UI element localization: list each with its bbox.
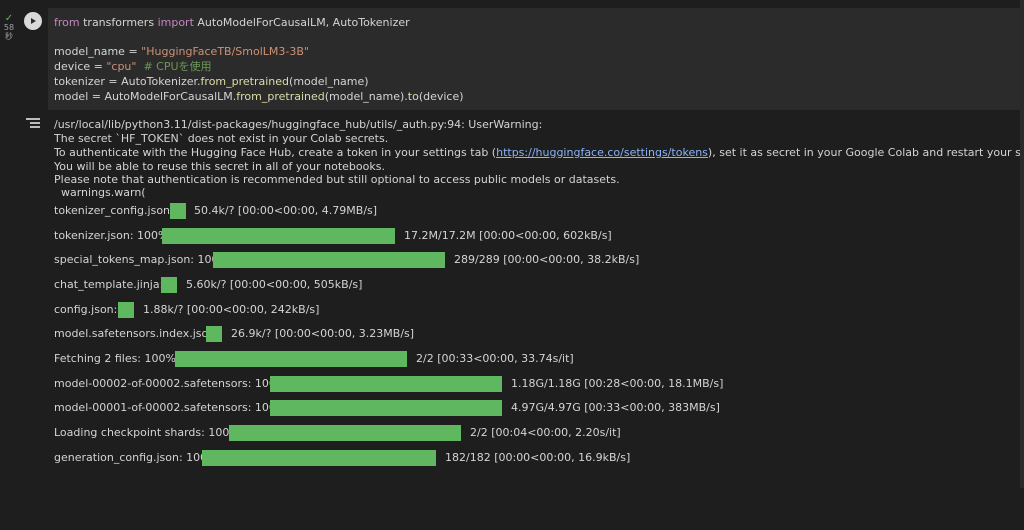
code-text: tokenizer = AutoTokenizer. [54, 75, 201, 88]
progress-stats: 4.97G/4.97G [00:33<00:00, 383MB/s] [511, 401, 720, 414]
progress-row: special_tokens_map.json: 100% 289/289 [0… [48, 252, 639, 268]
progress-label: tokenizer_config.json: [54, 204, 178, 217]
progress-bar [175, 351, 407, 367]
warning-line: /usr/local/lib/python3.11/dist-packages/… [54, 118, 543, 131]
progress-row: Loading checkpoint shards: 100% 2/2 [00:… [48, 425, 621, 441]
code-line-1: from transformers import AutoModelForCau… [54, 16, 410, 29]
progress-bar [270, 400, 502, 416]
progress-row: model-00001-of-00002.safetensors: 100% 4… [48, 400, 720, 416]
run-cell-button[interactable] [24, 12, 42, 30]
progress-fill [229, 425, 461, 441]
cell-output: /usr/local/lib/python3.11/dist-packages/… [48, 112, 1024, 488]
warning-text: To authenticate with the Hugging Face Hu… [54, 146, 497, 159]
progress-label: model-00001-of-00002.safetensors: 100% [54, 401, 287, 414]
progress-label: model-00002-of-00002.safetensors: 100% [54, 377, 287, 390]
output-actions-icon[interactable] [26, 118, 40, 130]
progress-label: tokenizer.json: 100% [54, 229, 169, 242]
progress-row: model-00002-of-00002.safetensors: 100% 1… [48, 376, 723, 392]
progress-row: chat_template.jinja: 5.60k/? [00:00<00:0… [48, 277, 362, 293]
play-icon [31, 18, 36, 24]
warning-text: ), set it as secret in your Google Colab… [707, 146, 1024, 159]
cell-status: ✓ 58 秒 [2, 13, 16, 42]
progress-stats: 1.88k/? [00:00<00:00, 242kB/s] [143, 303, 320, 316]
progress-stats: 17.2M/17.2M [00:00<00:00, 602kB/s] [404, 229, 612, 242]
progress-label: generation_config.json: 100% [54, 451, 218, 464]
progress-stats: 182/182 [00:00<00:00, 16.9kB/s] [445, 451, 631, 464]
progress-label: model.safetensors.index.json: [54, 327, 223, 340]
progress-fill [161, 277, 177, 293]
function-name: from_pretrained [236, 90, 325, 103]
comment: # CPUを使用 [136, 60, 212, 73]
progress-fill [206, 326, 222, 342]
progress-label: special_tokens_map.json: 100% [54, 253, 229, 266]
keyword: import [157, 16, 194, 29]
progress-bar [202, 450, 436, 466]
code-text: (model_name). [324, 90, 408, 103]
progress-row: tokenizer_config.json: 50.4k/? [00:00<00… [48, 203, 377, 219]
progress-fill [162, 228, 395, 244]
progress-fill [270, 400, 502, 416]
code-line-3: device = "cpu" # CPUを使用 [54, 60, 212, 73]
progress-label: Fetching 2 files: 100% [54, 352, 176, 365]
progress-fill [118, 302, 134, 318]
code-line-5: model = AutoModelForCausalLM.from_pretra… [54, 90, 464, 103]
function-name: from_pretrained [200, 75, 290, 88]
code-text: (model_name) [289, 75, 369, 88]
progress-bar [270, 376, 502, 392]
progress-stats: 5.60k/? [00:00<00:00, 505kB/s] [186, 278, 363, 291]
progress-bar [162, 228, 395, 244]
settings-tokens-link[interactable]: https://huggingface.co/settings/tokens [496, 146, 708, 159]
warning-line: warnings.warn( [54, 186, 146, 199]
keyword: from [54, 16, 80, 29]
check-icon: ✓ [4, 13, 14, 24]
progress-row: generation_config.json: 100% 182/182 [00… [48, 450, 630, 466]
warning-line: You will be able to reuse this secret in… [54, 160, 385, 173]
progress-label: config.json: [54, 303, 121, 316]
progress-fill [202, 450, 436, 466]
progress-label: chat_template.jinja: [54, 278, 167, 291]
progress-row: model.safetensors.index.json: 26.9k/? [0… [48, 326, 414, 342]
progress-stats: 1.18G/1.18G [00:28<00:00, 18.1MB/s] [511, 377, 724, 390]
progress-bar [118, 302, 134, 318]
progress-fill [270, 376, 502, 392]
exec-time-unit: 秒 [5, 32, 13, 41]
progress-stats: 2/2 [00:04<00:00, 2.20s/it] [470, 426, 621, 439]
string-literal: "HuggingFaceTB/SmolLM3-3B" [141, 45, 309, 58]
progress-stats: 289/289 [00:00<00:00, 38.2kB/s] [454, 253, 640, 266]
scrollbar-track[interactable] [1020, 0, 1024, 488]
code-text: model = AutoModelForCausalLM. [54, 90, 237, 103]
code-text: (device) [418, 90, 464, 103]
warning-line: Please note that authentication is recom… [54, 173, 620, 186]
progress-bar [206, 326, 222, 342]
warning-line: To authenticate with the Hugging Face Hu… [54, 146, 1024, 159]
progress-row: config.json: 1.88k/? [00:00<00:00, 242kB… [48, 302, 319, 318]
code-line-4: tokenizer = AutoTokenizer.from_pretraine… [54, 75, 369, 88]
exec-time: 58 [3, 23, 15, 32]
code-text: transformers [79, 16, 158, 29]
function-name: to [407, 90, 419, 103]
code-text: AutoModelForCausalLM, AutoTokenizer [193, 16, 410, 29]
code-line-2: model_name = "HuggingFaceTB/SmolLM3-3B" [54, 45, 309, 58]
progress-bar [161, 277, 177, 293]
progress-row: Fetching 2 files: 100% 2/2 [00:33<00:00,… [48, 351, 574, 367]
string-literal: "cpu" [106, 60, 137, 73]
warning-line: The secret `HF_TOKEN` does not exist in … [54, 132, 389, 145]
code-text: model_name = [54, 45, 142, 58]
progress-stats: 50.4k/? [00:00<00:00, 4.79MB/s] [194, 204, 378, 217]
progress-bar [170, 203, 186, 219]
code-text: device = [54, 60, 107, 73]
progress-stats: 26.9k/? [00:00<00:00, 3.23MB/s] [231, 327, 415, 340]
progress-stats: 2/2 [00:33<00:00, 33.74s/it] [416, 352, 574, 365]
progress-fill [213, 252, 445, 268]
progress-fill [170, 203, 186, 219]
progress-bar [229, 425, 461, 441]
progress-bar [213, 252, 445, 268]
progress-row: tokenizer.json: 100% 17.2M/17.2M [00:00<… [48, 228, 612, 244]
progress-label: Loading checkpoint shards: 100% [54, 426, 240, 439]
code-editor[interactable]: from transformers import AutoModelForCau… [48, 8, 1024, 110]
progress-fill [175, 351, 407, 367]
